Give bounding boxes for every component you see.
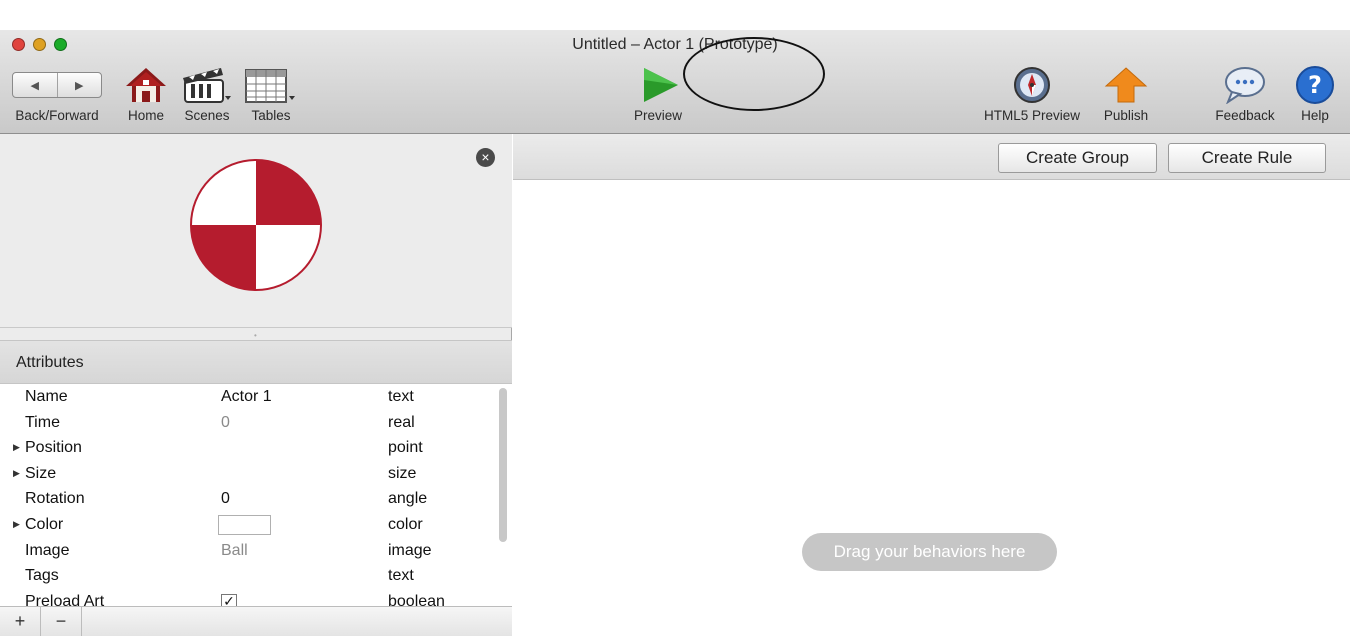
attribute-type: point bbox=[388, 439, 423, 457]
speech-bubble-icon bbox=[1225, 67, 1265, 104]
scenes-label: Scenes bbox=[184, 108, 230, 123]
tables-label: Tables bbox=[251, 108, 291, 123]
attribute-value[interactable]: 0 bbox=[221, 486, 230, 512]
attribute-name: Time bbox=[25, 413, 60, 431]
attribute-type: real bbox=[388, 413, 415, 431]
back-button[interactable]: ◀ bbox=[13, 73, 58, 97]
attribute-name: Preload Art bbox=[25, 592, 105, 606]
attributes-list: Name Actor 1 text Time 0 real ▶ Position… bbox=[0, 384, 512, 606]
publish-label: Publish bbox=[1103, 108, 1149, 123]
html5-preview-button[interactable]: HTML5 Preview bbox=[978, 66, 1086, 123]
attribute-type: text bbox=[388, 388, 414, 405]
publish-button[interactable]: Publish bbox=[1100, 66, 1152, 123]
behaviors-drop-area[interactable]: Drag your behaviors here bbox=[513, 180, 1350, 636]
help-button[interactable]: ? Help bbox=[1294, 66, 1336, 123]
back-forward-control: ◀ ▶ Back/Forward bbox=[12, 66, 102, 123]
close-preview-button[interactable]: × bbox=[476, 148, 495, 167]
attribute-row-size[interactable]: ▶ Size size bbox=[0, 461, 512, 487]
remove-attribute-button[interactable]: − bbox=[41, 607, 82, 636]
scenes-button[interactable]: Scenes bbox=[181, 66, 233, 123]
attribute-name: Rotation bbox=[25, 490, 85, 508]
attribute-row-time[interactable]: Time 0 real bbox=[0, 410, 512, 436]
attribute-row-position[interactable]: ▶ Position point bbox=[0, 435, 512, 461]
preview-button[interactable]: Preview bbox=[632, 66, 684, 123]
attributes-bottom-bar: + − bbox=[0, 606, 512, 636]
feedback-button[interactable]: Feedback bbox=[1212, 66, 1278, 123]
play-icon bbox=[644, 68, 678, 102]
attribute-type: size bbox=[388, 464, 417, 482]
attribute-name: Tags bbox=[25, 567, 59, 585]
preload-art-checkbox[interactable]: ✓ bbox=[221, 593, 237, 606]
disclosure-triangle-icon[interactable]: ▶ bbox=[13, 512, 20, 538]
upload-arrow-icon bbox=[1104, 67, 1148, 103]
attribute-row-name[interactable]: Name Actor 1 text bbox=[0, 384, 512, 410]
help-label: Help bbox=[1301, 108, 1329, 123]
help-question-icon: ? bbox=[1296, 66, 1334, 104]
color-swatch[interactable] bbox=[218, 514, 271, 535]
attribute-name: Color bbox=[25, 515, 64, 533]
tables-button[interactable]: Tables bbox=[244, 66, 298, 123]
disclosure-triangle-icon[interactable]: ▶ bbox=[13, 461, 20, 487]
attribute-type: boolean bbox=[388, 592, 445, 606]
attribute-type: text bbox=[388, 567, 414, 585]
attribute-row-color[interactable]: ▶ Color color bbox=[0, 512, 512, 538]
attribute-type: image bbox=[388, 541, 432, 559]
feedback-label: Feedback bbox=[1215, 108, 1275, 123]
attribute-value[interactable]: Ball bbox=[221, 538, 248, 564]
splitter-handle[interactable]: • bbox=[254, 331, 257, 340]
create-rule-button[interactable]: Create Rule bbox=[1168, 143, 1326, 173]
svg-text:?: ? bbox=[1308, 71, 1322, 99]
clapperboard-icon bbox=[183, 68, 231, 103]
attributes-header: Attributes bbox=[0, 340, 512, 384]
disclosure-triangle-icon[interactable]: ▶ bbox=[13, 435, 20, 461]
annotation-ellipse bbox=[683, 37, 825, 111]
attribute-row-image[interactable]: Image Ball image bbox=[0, 538, 512, 564]
table-grid-icon bbox=[245, 69, 295, 103]
attribute-row-preload-art[interactable]: Preload Art ✓ boolean bbox=[0, 589, 512, 606]
add-attribute-button[interactable]: + bbox=[0, 607, 41, 636]
attribute-row-rotation[interactable]: Rotation 0 angle bbox=[0, 486, 512, 512]
home-button[interactable]: Home bbox=[124, 66, 168, 123]
attribute-value: 0 bbox=[221, 413, 230, 431]
attribute-name: Position bbox=[25, 439, 82, 457]
attribute-value[interactable]: Actor 1 bbox=[221, 384, 272, 410]
preview-label: Preview bbox=[633, 108, 682, 123]
toolbar: Untitled – Actor 1 (Prototype) ◀ ▶ Back/… bbox=[0, 30, 1350, 134]
window-title: Untitled – Actor 1 (Prototype) bbox=[572, 36, 778, 53]
attribute-row-tags[interactable]: Tags text bbox=[0, 563, 512, 589]
attribute-name: Image bbox=[25, 541, 70, 559]
create-group-button[interactable]: Create Group bbox=[998, 143, 1157, 173]
forward-button[interactable]: ▶ bbox=[58, 73, 102, 97]
attribute-type: angle bbox=[388, 490, 428, 508]
attributes-scrollbar[interactable] bbox=[499, 388, 507, 542]
attribute-name: Size bbox=[25, 464, 57, 482]
home-label: Home bbox=[127, 108, 164, 123]
drop-hint: Drag your behaviors here bbox=[802, 533, 1057, 571]
back-forward-label: Back/Forward bbox=[15, 108, 99, 123]
compass-icon bbox=[1014, 67, 1050, 103]
attribute-name: Name bbox=[25, 388, 68, 405]
ball-image bbox=[190, 159, 322, 291]
attribute-type: color bbox=[388, 515, 423, 533]
html5-preview-label: HTML5 Preview bbox=[983, 108, 1081, 123]
home-icon bbox=[126, 68, 166, 102]
actor-preview-area: × • bbox=[0, 134, 512, 340]
actor-inspector-panel: × • Attributes Name Actor 1 text Time 0 … bbox=[0, 134, 512, 636]
behaviors-header: Create Group Create Rule bbox=[513, 134, 1350, 180]
